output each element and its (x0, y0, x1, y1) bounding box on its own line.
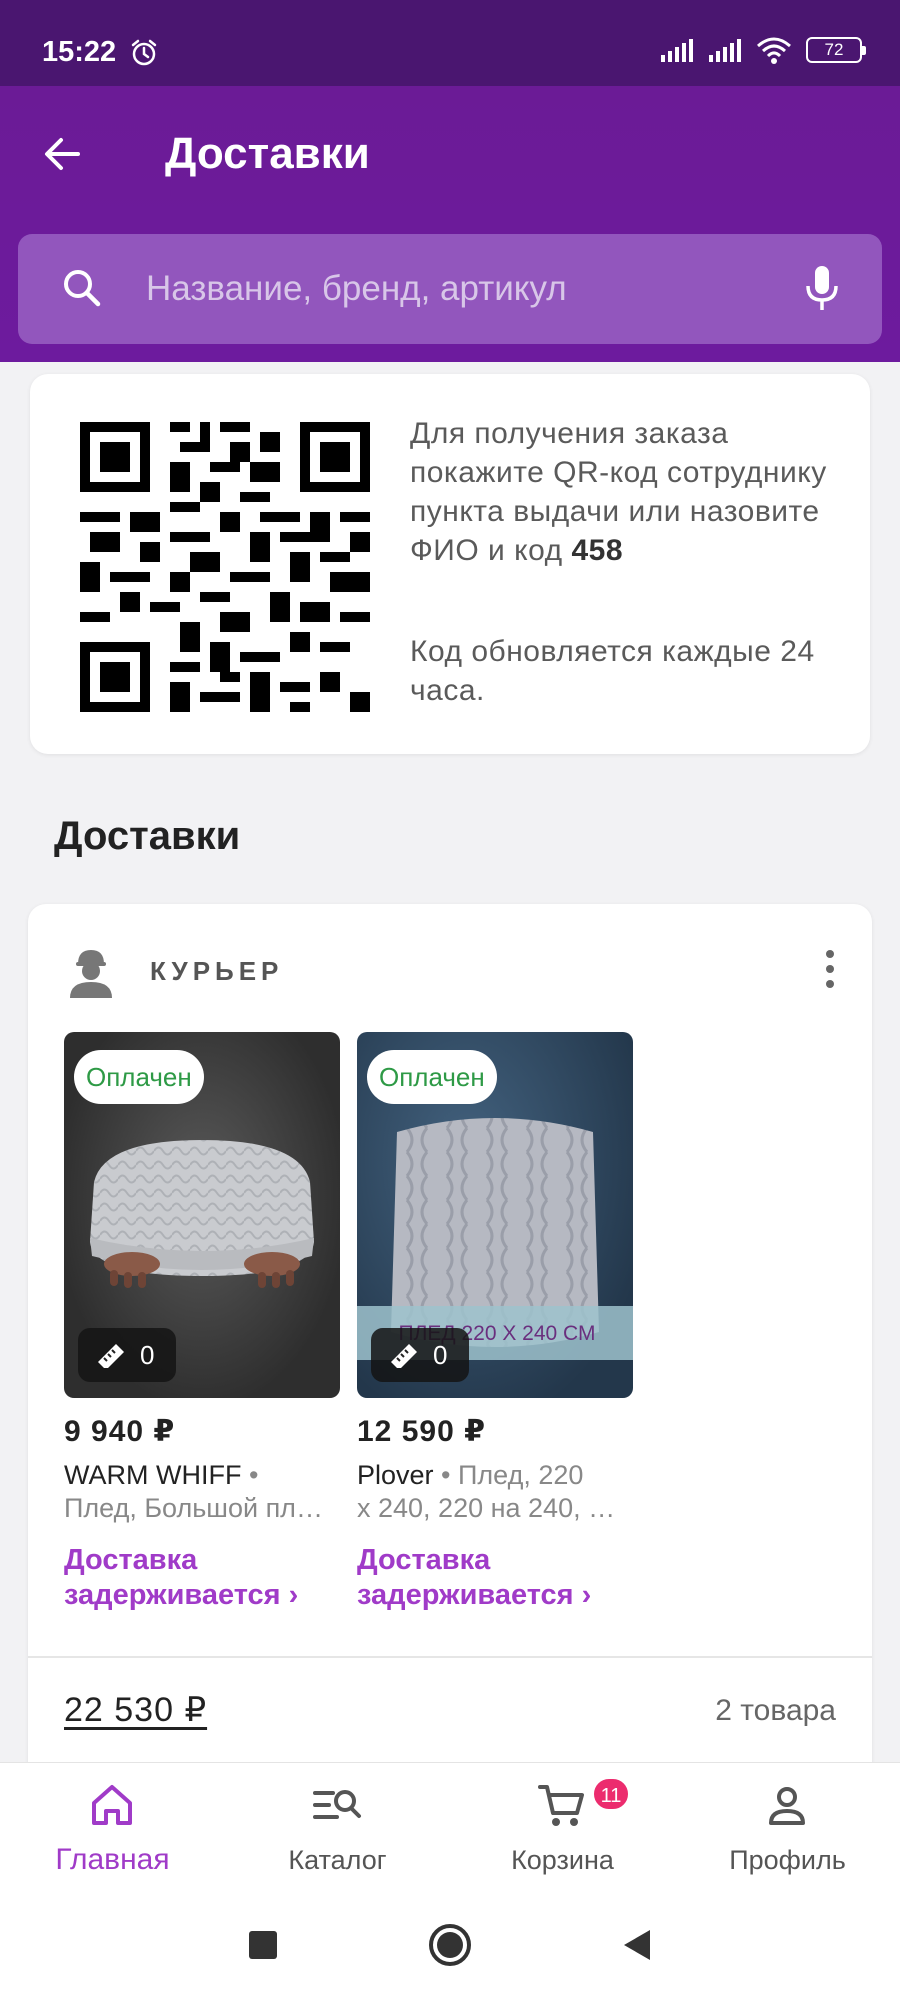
delivery-card: КУРЬЕР Оплачен 0 9 940 ₽ WARM WHIFF • Пл… (28, 904, 872, 1784)
battery-icon: 72 (806, 37, 866, 63)
search-bar[interactable] (18, 234, 882, 344)
qr-code-card: Для получения заказа покажите QR-код сот… (30, 374, 870, 754)
size-count: 0 (140, 1340, 155, 1370)
qr-instruction: Для получения заказа покажите QR-код сот… (410, 414, 840, 570)
nav-home-label: Главная (55, 1843, 170, 1876)
ruler-icon (98, 1344, 124, 1368)
size-badge[interactable]: 0 (371, 1328, 469, 1382)
payment-status-badge: Оплачен (367, 1050, 497, 1104)
delivery-status-link[interactable]: Доставка задерживается › (64, 1543, 340, 1613)
product-brand: Plover (357, 1460, 434, 1490)
delivery-status-line2: задерживается › (357, 1579, 592, 1611)
signal-icon (709, 39, 741, 62)
catalog-search-icon (313, 1790, 361, 1819)
product-description: WARM WHIFF • Плед, Большой пл… (64, 1459, 340, 1525)
header: Доставки (0, 86, 900, 362)
ruler-icon (391, 1344, 417, 1368)
nav-cart[interactable]: 11 Корзина (450, 1763, 675, 1891)
delivery-status-line2: задерживается › (64, 1579, 299, 1611)
back-button-icon[interactable] (610, 1918, 664, 1972)
delivery-status-line1: Доставка (64, 1544, 198, 1576)
more-options-icon[interactable] (810, 944, 850, 994)
items-count: 2 товара (715, 1694, 836, 1727)
wifi-icon (757, 37, 791, 64)
separator: • (241, 1460, 259, 1490)
signal-icon (661, 39, 693, 62)
page-title: Доставки (165, 129, 370, 178)
cart-icon (538, 1785, 584, 1826)
delivery-status-line1: Доставка (357, 1544, 491, 1576)
recent-apps-icon[interactable] (236, 1918, 290, 1972)
product-brand: WARM WHIFF (64, 1460, 242, 1490)
home-icon (92, 1785, 132, 1825)
system-navigation-bar (0, 1890, 900, 2000)
total-price[interactable]: 22 530 ₽ (64, 1690, 207, 1730)
product-card[interactable]: ПЛЕД 220 X 240 СМ Оплачен 0 12 590 ₽ Plo… (357, 1032, 633, 1613)
product-card[interactable]: Оплачен 0 9 940 ₽ WARM WHIFF • Плед, Бол… (64, 1032, 340, 1613)
size-count: 0 (433, 1340, 448, 1370)
nav-profile[interactable]: Профиль (675, 1763, 900, 1891)
profile-icon (769, 1787, 805, 1825)
delivery-status-link[interactable]: Доставка задерживается › (357, 1543, 633, 1613)
nav-home[interactable]: Главная (0, 1763, 225, 1891)
status-time: 15:22 (42, 36, 117, 68)
product-description: Plover • Плед, 220 x 240, 220 на 240, … (357, 1459, 633, 1525)
product-price: 12 590 ₽ (357, 1415, 486, 1448)
size-badge[interactable]: 0 (78, 1328, 176, 1382)
section-title: Доставки (54, 814, 241, 858)
courier-icon (70, 950, 112, 998)
status-bar: 15:22 72 (0, 0, 900, 86)
product-image[interactable]: ПЛЕД 220 X 240 СМ Оплачен 0 (357, 1032, 633, 1398)
product-price: 9 940 ₽ (64, 1415, 176, 1448)
product-image[interactable]: Оплачен 0 (64, 1032, 340, 1398)
nav-cart-label: Корзина (511, 1845, 614, 1875)
battery-level: 72 (824, 40, 844, 59)
product-name-line2: x 240, 220 на 240, … (357, 1493, 616, 1523)
qr-code-image[interactable] (80, 422, 370, 712)
product-name-line1: Плед, 220 (458, 1460, 584, 1490)
nav-catalog-label: Каталог (288, 1845, 387, 1875)
status-icons: 72 (660, 36, 866, 64)
cart-count-badge: 11 (592, 1777, 630, 1811)
product-name: Плед, Большой пл… (64, 1493, 323, 1523)
search-icon (64, 270, 101, 307)
back-arrow-icon[interactable] (34, 124, 94, 184)
divider (28, 1656, 872, 1658)
search-input[interactable] (146, 262, 786, 316)
delivery-method-label: КУРЬЕР (150, 956, 284, 986)
alarm-icon (131, 39, 157, 66)
nav-profile-label: Профиль (729, 1845, 846, 1875)
nav-catalog[interactable]: Каталог (225, 1763, 450, 1891)
bottom-navigation: Главная Каталог 11 Корзина Профиль (0, 1762, 900, 1890)
home-button-icon[interactable] (423, 1918, 477, 1972)
qr-note: Код обновляется каждые 24 часа. (410, 635, 815, 707)
microphone-icon[interactable] (796, 262, 848, 314)
payment-status-badge: Оплачен (74, 1050, 204, 1104)
separator: • (433, 1460, 458, 1490)
pickup-code: 458 (571, 534, 624, 567)
